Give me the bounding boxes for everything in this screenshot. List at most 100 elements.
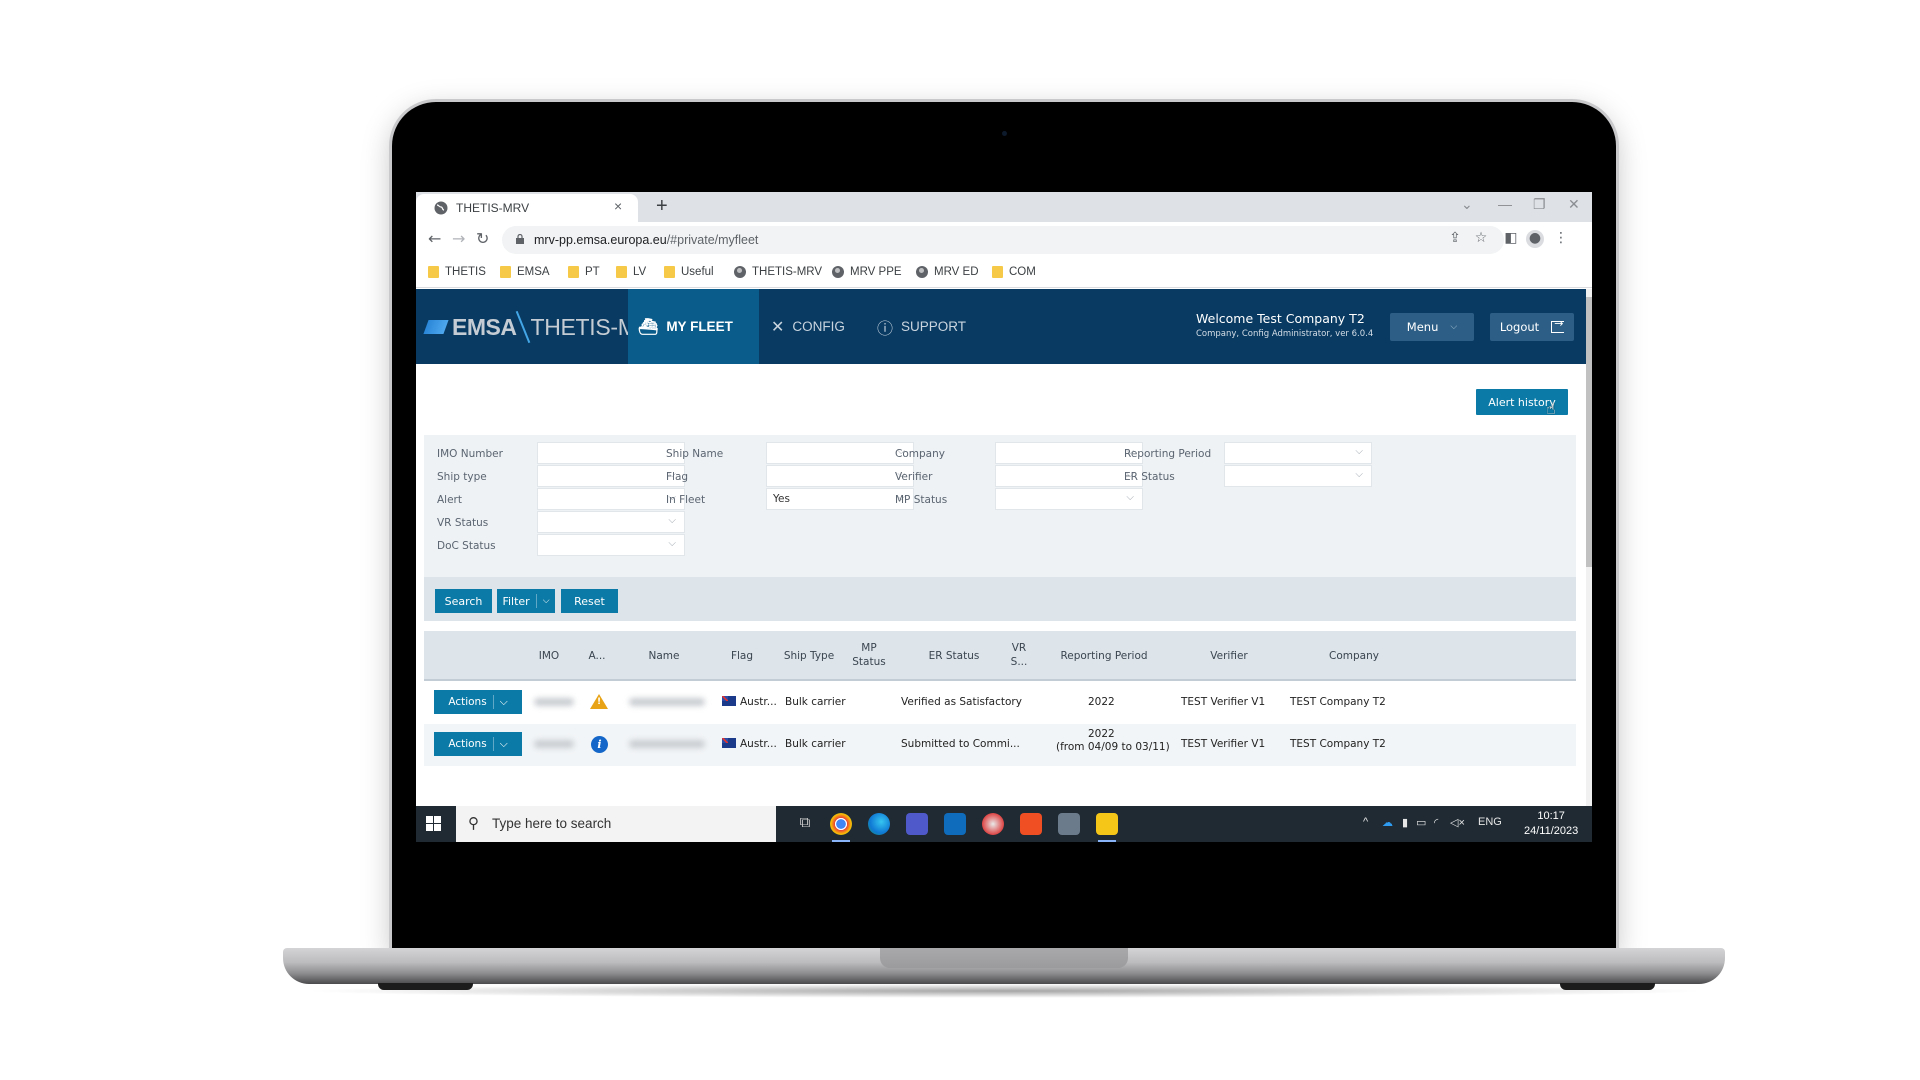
col-reporting-period[interactable]: Reporting Period (1049, 649, 1159, 663)
warning-icon[interactable] (590, 694, 608, 709)
battery-icon[interactable]: ▭ (1416, 816, 1426, 829)
actions-button[interactable]: Actions ⌵ (434, 732, 522, 756)
table-row[interactable]: Actions ⌵ i Austr... Bulk carrier Submitt… (424, 724, 1576, 766)
calculator-icon[interactable] (1058, 813, 1080, 835)
col-er-status[interactable]: ER Status (914, 649, 994, 663)
in-fleet-select[interactable]: Yes (766, 488, 914, 510)
scrollbar-thumb[interactable] (1586, 297, 1592, 567)
laptop-shadow (300, 984, 1710, 998)
bookmark-star-icon[interactable]: ☆ (1472, 230, 1490, 248)
forward-icon[interactable]: → (452, 229, 465, 248)
bookmark-com[interactable]: COM (992, 266, 1036, 278)
chrome-icon[interactable] (830, 813, 852, 842)
table-header: IMO A... Name Flag Ship Type MP Status ER… (424, 631, 1576, 681)
menu-button[interactable]: Menu ⌵ (1390, 313, 1474, 341)
bookmark-mrv-ed[interactable]: MRV ED (916, 266, 979, 278)
minimize-icon[interactable]: — (1498, 196, 1512, 212)
new-tab-button[interactable]: + (656, 195, 668, 218)
doc-status-select[interactable] (537, 534, 685, 556)
col-ship-type[interactable]: Ship Type (774, 649, 844, 663)
logout-button[interactable]: Logout (1490, 313, 1574, 341)
sticky-notes-icon[interactable] (1096, 813, 1118, 842)
task-view-icon[interactable]: ⧉ (794, 813, 816, 835)
side-panel-icon[interactable]: ◧ (1502, 230, 1520, 248)
logout-icon (1551, 317, 1565, 333)
bookmark-lv[interactable]: LV (616, 266, 646, 278)
nav-config[interactable]: ✕ CONFIG (759, 289, 865, 364)
col-flag[interactable]: Flag (722, 649, 762, 663)
flag-select[interactable] (766, 465, 914, 487)
bookmark-emsa[interactable]: EMSA (500, 266, 550, 278)
wifi-icon[interactable]: ◜ (1434, 816, 1438, 829)
screen: THETIS-MRV × + ⌄ — ❐ ✕ ← → ↻ mrv-pp.emsa… (416, 192, 1592, 842)
flag-cell: Austr... (722, 738, 777, 750)
browser-tab[interactable]: THETIS-MRV × (416, 194, 638, 222)
kebab-menu-icon[interactable]: ⋮ (1552, 230, 1570, 248)
mp-status-select[interactable] (995, 488, 1143, 510)
info-icon[interactable]: i (591, 736, 608, 753)
bookmark-pt[interactable]: PT (568, 266, 600, 278)
volume-muted-icon[interactable]: ◁× (1450, 816, 1465, 829)
bookmark-mrv-ppe[interactable]: MRV PPE (832, 266, 902, 278)
actions-button[interactable]: Actions ⌵ (434, 690, 522, 714)
alert-label: Alert (437, 494, 462, 506)
profile-avatar-icon[interactable]: ● (1526, 230, 1544, 248)
col-company[interactable]: Company (1304, 649, 1404, 663)
nav-support[interactable]: ⓘ SUPPORT (865, 289, 983, 364)
vr-status-select[interactable] (537, 511, 685, 533)
reset-button[interactable]: Reset (561, 589, 618, 613)
teams-icon[interactable] (906, 813, 928, 835)
filter-button[interactable]: Filter ⌵ (497, 589, 555, 613)
address-bar[interactable]: mrv-pp.emsa.europa.eu/#private/myfleet (502, 226, 1504, 254)
close-tab-icon[interactable]: × (614, 198, 622, 214)
verifier-cell: TEST Verifier V1 (1181, 696, 1266, 708)
filter-actions-bar: Search Filter ⌵ Reset (424, 577, 1576, 621)
tab-title: THETIS-MRV (456, 201, 530, 215)
restore-icon[interactable]: ❐ (1533, 196, 1546, 213)
bookmark-thetis[interactable]: THETIS (428, 266, 486, 278)
search-button[interactable]: Search (435, 589, 492, 613)
bookmarks-bar: THETIS EMSA PT LV Useful THETIS-MRV MRV … (416, 258, 1592, 288)
folder-icon (428, 266, 439, 278)
col-verifier[interactable]: Verifier (1189, 649, 1269, 663)
sublime-icon[interactable] (1020, 813, 1042, 835)
table-row[interactable]: Actions⌵ Austr... Bulk carrier Verified … (424, 682, 1576, 724)
flag-label: Flag (666, 471, 689, 483)
er-status-label: ER Status (1124, 471, 1175, 483)
taskbar-clock[interactable]: 10:17 24/11/2023 (1524, 809, 1578, 839)
taskbar-search-box[interactable]: ⚲ Type here to search (456, 806, 776, 842)
col-alert[interactable]: A... (582, 649, 612, 663)
microphone-icon[interactable]: ▮ (1402, 816, 1408, 829)
windows-start-icon[interactable] (426, 816, 442, 832)
imo-number-input[interactable] (537, 442, 685, 464)
bookmark-thetis-mrv[interactable]: THETIS-MRV (734, 266, 822, 278)
er-status-select[interactable] (1224, 465, 1372, 487)
col-mp-status[interactable]: MP Status (844, 641, 894, 669)
bookmark-useful[interactable]: Useful (664, 266, 714, 278)
col-imo[interactable]: IMO (531, 649, 567, 663)
ship-name-select[interactable] (766, 442, 914, 464)
reporting-period-select[interactable] (1224, 442, 1372, 464)
ship-type-select[interactable] (537, 465, 685, 487)
share-icon[interactable]: ⇪ (1446, 230, 1464, 248)
col-name[interactable]: Name (634, 649, 694, 663)
in-fleet-label: In Fleet (666, 494, 706, 506)
col-vr-status[interactable]: VR S... (1004, 641, 1034, 669)
onedrive-icon[interactable]: ☁ (1382, 816, 1393, 829)
verifier-select[interactable] (995, 465, 1143, 487)
alert-select[interactable] (537, 488, 685, 510)
back-icon[interactable]: ← (428, 229, 441, 248)
company-cell: TEST Company T2 (1290, 738, 1386, 750)
company-select[interactable] (995, 442, 1143, 464)
snipping-tool-icon[interactable] (982, 813, 1004, 835)
language-indicator[interactable]: ENG (1478, 816, 1502, 828)
page-scrollbar[interactable] (1586, 289, 1592, 812)
reload-icon[interactable]: ↻ (476, 229, 489, 248)
chevron-down-icon: ⌵ (542, 596, 550, 606)
tray-overflow-icon[interactable]: ^ (1363, 816, 1368, 828)
tab-search-icon[interactable]: ⌄ (1461, 196, 1473, 213)
nav-my-fleet[interactable]: ⛴ MY FLEET (628, 289, 759, 364)
edge-icon[interactable] (868, 813, 890, 835)
outlook-icon[interactable] (944, 813, 966, 835)
close-window-icon[interactable]: ✕ (1568, 196, 1580, 213)
